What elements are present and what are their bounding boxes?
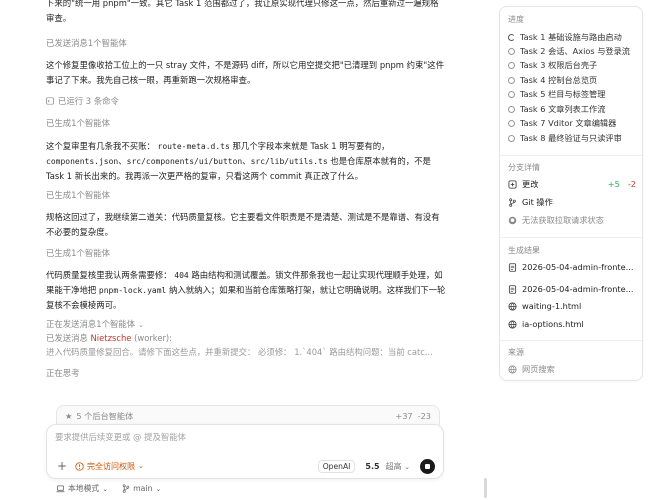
activity-sending-message[interactable]: 正在发送消息1个智能体 ⌄ — [46, 318, 144, 331]
result-file[interactable]: ia-options.html — [508, 319, 636, 329]
circle-icon — [508, 47, 515, 55]
effort-selector[interactable]: 超高 ⌄ — [386, 461, 410, 472]
changes-added: +5 — [607, 179, 620, 189]
mode-selector[interactable]: 本地模式 ⌄ — [56, 483, 108, 494]
scrollbar[interactable] — [484, 478, 487, 498]
progress-task[interactable]: Task 1 基础设施与路由启动 — [508, 31, 638, 43]
diff-stats: +37 -23 — [395, 410, 431, 421]
stop-icon — [425, 463, 430, 469]
activity-generated-agent[interactable]: 已生成1个智能体 — [46, 247, 110, 259]
result-file[interactable]: 2026-05-04-admin-fronte... — [508, 262, 636, 272]
assistant-message: 代码质量复核里我认两条需要修： 404 路由结构和测试覆盖。锁文件那条我也一起让… — [46, 270, 446, 310]
progress-task[interactable]: Task 2 会话、Axios 与登录流 — [508, 45, 638, 57]
globe-icon — [508, 319, 517, 329]
composer-footer: 本地模式 ⌄ main ⌄ — [56, 483, 161, 494]
terminal-icon — [46, 97, 54, 105]
progress-task[interactable]: Task 4 控制台总览页 — [508, 74, 638, 86]
permission-selector[interactable]: 完全访问权限 ⌄ — [75, 461, 144, 472]
changes-removed: -2 — [627, 179, 636, 189]
progress-title: 进度 — [508, 15, 524, 24]
background-agents-bar[interactable]: ★ 5 个后台智能体 +37 -23 — [56, 405, 440, 425]
chevron-down-icon: ⌄ — [138, 321, 144, 329]
globe-icon — [508, 301, 517, 311]
results-title: 生成结果 — [508, 246, 540, 255]
background-agents-label: 5 个后台智能体 — [76, 410, 134, 421]
document-icon — [508, 262, 517, 272]
model-version[interactable]: 5.5 — [365, 462, 379, 471]
circle-icon — [508, 105, 515, 113]
chevron-down-icon: ⌄ — [404, 462, 410, 471]
changes-icon — [508, 179, 517, 189]
github-icon — [508, 216, 517, 224]
progress-task[interactable]: Task 3 权限后台壳子 — [508, 59, 638, 71]
inline-code: components.json — [46, 157, 119, 166]
assistant-message: 卜来的"统一用 pnpm"一致。其它 Task 1 范围都过了，我让原实现代理只… — [46, 0, 439, 23]
inline-code: src/components/ui/button — [126, 157, 243, 166]
progress-task[interactable]: Task 8 最终验证与只读评审 — [508, 132, 638, 144]
circle-icon — [508, 134, 515, 142]
activity-sent-to-agent[interactable]: 已发送消息 Nietzsche (worker): — [46, 332, 172, 344]
document-icon — [508, 284, 517, 294]
progress-task[interactable]: Task 5 栏目与标签管理 — [508, 88, 638, 100]
message-preview: 进入代码质量修复回合。请修下面这些点，并重新提交： 必须修： 1.`404` 路… — [46, 347, 433, 357]
chevron-down-icon: ⌄ — [155, 484, 162, 493]
side-panel: 进度 Task 1 基础设施与路由启动 Task 2 会话、Axios 与登录流… — [499, 6, 643, 381]
branch-details-title: 分支详情 — [508, 163, 540, 172]
inline-code: 404 — [174, 271, 189, 280]
changes-row[interactable]: 更改 +5 -2 — [508, 178, 636, 190]
composer-toolbar: + 完全访问权限 ⌄ OpenAI 5.5 超高 ⌄ — [55, 458, 435, 474]
agent-name[interactable]: Nietzsche — [91, 333, 132, 343]
circle-icon — [508, 76, 515, 84]
provider-badge[interactable]: OpenAI — [317, 459, 356, 473]
spinner-icon — [508, 33, 515, 41]
globe-icon — [508, 364, 517, 374]
divider — [500, 237, 642, 238]
chevron-down-icon: ⌄ — [138, 462, 144, 470]
assistant-message: 这个修复里像收拾工位上的一只 stray 文件，不是源码 diff，所以它用空提… — [46, 60, 444, 85]
result-file[interactable]: 2026-05-04-admin-fronte... — [508, 284, 636, 294]
pull-request-status: 无法获取拉取请求状态 — [508, 214, 636, 226]
divider — [500, 155, 642, 156]
activity-generated-agent[interactable]: 已生成1个智能体 — [46, 117, 110, 129]
divider — [500, 340, 642, 341]
activity-ran-commands[interactable]: 已运行 3 条命令 — [46, 95, 119, 107]
agents-icon: ★ — [65, 410, 73, 421]
git-branch-icon — [122, 484, 130, 493]
stop-button[interactable] — [420, 458, 435, 474]
circle-icon — [508, 61, 515, 69]
progress-task[interactable]: Task 7 Vditor 文章编辑器 — [508, 117, 638, 129]
chevron-down-icon: ⌄ — [102, 484, 109, 493]
model-selector[interactable]: OpenAI 5.5 超高 ⌄ — [317, 458, 435, 474]
branch-selector[interactable]: main ⌄ — [122, 483, 161, 494]
assistant-message: 规格这回过了，我继续第二道关：代码质量复核。它主要看文件职责是不是清楚、测试是不… — [46, 212, 440, 237]
composer: + 完全访问权限 ⌄ OpenAI 5.5 超高 ⌄ — [46, 424, 444, 479]
git-actions-row[interactable]: Git 操作 — [508, 196, 636, 208]
inline-code: pnpm-lock.yaml — [98, 286, 167, 295]
circle-icon — [508, 90, 515, 98]
thinking-status: 正在思考 — [46, 368, 80, 378]
inline-code: src/lib/utils.ts — [250, 157, 328, 166]
progress-task[interactable]: Task 6 文章列表工作流 — [508, 103, 638, 115]
assistant-message: 这个复审里有几条我不买账： route-meta.d.ts 那几个字段本来就是 … — [46, 141, 431, 181]
activity-generated-agent[interactable]: 已生成1个智能体 — [46, 189, 110, 201]
laptop-icon — [56, 484, 65, 492]
prompt-input[interactable] — [55, 432, 435, 442]
result-file[interactable]: waiting-1.html — [508, 301, 636, 311]
circle-icon — [508, 119, 515, 127]
git-branch-icon — [509, 197, 516, 207]
plus-icon[interactable]: + — [55, 459, 69, 473]
warning-icon — [75, 461, 84, 471]
inline-code: route-meta.d.ts — [157, 142, 230, 151]
activity-sent-message[interactable]: 已发送消息1个智能体 — [46, 37, 127, 49]
sources-title: 来源 — [508, 348, 524, 357]
source-web-search[interactable]: 网页搜索 — [508, 363, 636, 375]
